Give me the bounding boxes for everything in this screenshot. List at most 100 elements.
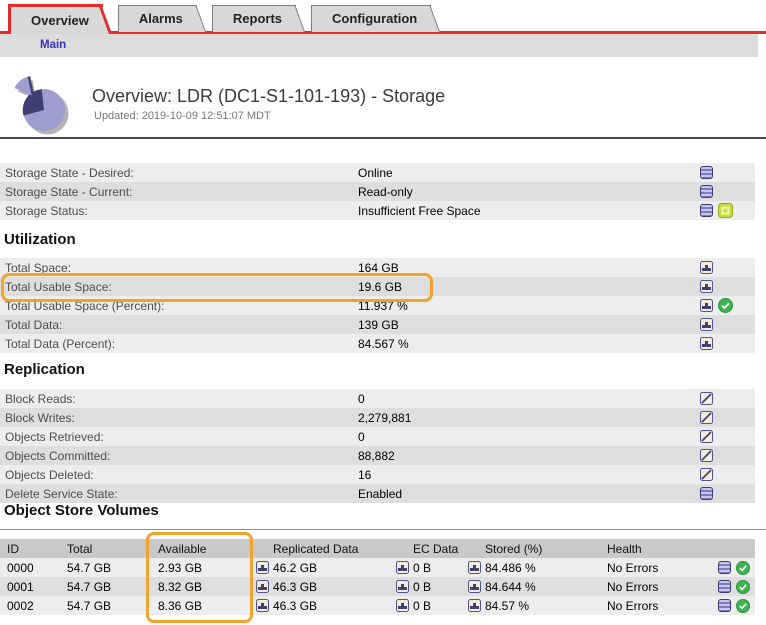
col-header-available: Available xyxy=(158,542,273,556)
report-icon[interactable] xyxy=(700,185,713,198)
attribute-value: Enabled xyxy=(358,487,402,501)
attribute-row: Objects Committed: 88,882 xyxy=(0,446,755,465)
chart-icon[interactable] xyxy=(396,599,409,612)
attribute-label: Total Usable Space (Percent): xyxy=(5,299,358,313)
trend-chart-icon[interactable] xyxy=(700,449,713,462)
attribute-row: Delete Service State: Enabled xyxy=(0,484,755,503)
cell-id: 0000 xyxy=(7,561,67,575)
col-header-id: ID xyxy=(7,542,67,556)
attribute-value: 16 xyxy=(358,468,371,482)
cell-id: 0002 xyxy=(7,599,67,613)
attribute-value: 2,279,881 xyxy=(358,411,411,425)
col-header-health: Health xyxy=(607,542,755,556)
attribute-label: Total Data: xyxy=(5,318,358,332)
attribute-row: Storage State - Current: Read-only xyxy=(0,182,755,201)
tab-reports[interactable]: Reports xyxy=(212,5,296,32)
cell-ec: 0 B xyxy=(413,580,431,594)
report-icon[interactable] xyxy=(718,580,731,593)
chart-icon[interactable] xyxy=(468,580,481,593)
attribute-label: Objects Committed: xyxy=(5,449,358,463)
cell-health: No Errors xyxy=(607,561,658,575)
tab-overview[interactable]: Overview xyxy=(8,4,103,34)
col-header-total: Total xyxy=(67,542,158,556)
tab-overview-label: Overview xyxy=(31,13,89,28)
chart-icon[interactable] xyxy=(700,318,713,331)
cell-total: 54.7 GB xyxy=(67,561,158,575)
storage-state-section: Storage State - Desired: Online Storage … xyxy=(0,163,755,220)
trend-chart-icon[interactable] xyxy=(700,468,713,481)
col-header-ec: EC Data xyxy=(413,542,485,556)
table-header-row: ID Total Available Replicated Data EC Da… xyxy=(0,539,755,558)
cell-health: No Errors xyxy=(607,580,658,594)
report-icon[interactable] xyxy=(718,561,731,574)
cell-replicated: 46.3 GB xyxy=(273,599,317,613)
report-icon[interactable] xyxy=(718,599,731,612)
attribute-label: Block Writes: xyxy=(5,411,358,425)
chart-icon[interactable] xyxy=(700,261,713,274)
utilization-section: Total Space: 164 GB Total Usable Space: … xyxy=(0,258,755,353)
utilization-heading: Utilization xyxy=(4,231,76,248)
col-header-replicated: Replicated Data xyxy=(273,542,413,556)
chart-icon[interactable] xyxy=(468,561,481,574)
trend-chart-icon[interactable] xyxy=(700,392,713,405)
header-divider xyxy=(0,137,766,139)
trend-chart-icon[interactable] xyxy=(700,411,713,424)
pie-chart-icon xyxy=(10,74,74,136)
attribute-label: Block Reads: xyxy=(5,392,358,406)
object-store-volumes-table: ID Total Available Replicated Data EC Da… xyxy=(0,539,755,615)
chart-icon[interactable] xyxy=(396,561,409,574)
cell-available: 8.36 GB xyxy=(158,599,202,613)
attribute-value: Insufficient Free Space xyxy=(358,204,481,218)
green-check-icon xyxy=(736,599,750,613)
green-check-icon xyxy=(736,561,750,575)
cell-health: No Errors xyxy=(607,599,658,613)
attribute-value: 84.567 % xyxy=(358,337,409,351)
report-icon[interactable] xyxy=(700,204,713,217)
attribute-value: 164 GB xyxy=(358,261,399,275)
attribute-label: Total Space: xyxy=(5,261,358,275)
tab-configuration[interactable]: Configuration xyxy=(311,5,431,32)
report-icon[interactable] xyxy=(700,166,713,179)
tab-alarms[interactable]: Alarms xyxy=(118,5,197,32)
chart-icon[interactable] xyxy=(700,280,713,293)
trend-chart-icon[interactable] xyxy=(700,430,713,443)
tab-reports-label: Reports xyxy=(233,11,282,26)
chart-icon[interactable] xyxy=(256,599,269,612)
attribute-value: 88,882 xyxy=(358,449,395,463)
attribute-row: Total Data (Percent): 84.567 % xyxy=(0,334,755,353)
green-check-icon xyxy=(718,298,733,313)
chart-icon[interactable] xyxy=(396,580,409,593)
attribute-value: 0 xyxy=(358,392,365,406)
attribute-row-total-usable-space: Total Usable Space: 19.6 GB xyxy=(0,277,755,296)
cell-stored: 84.57 % xyxy=(485,599,607,613)
green-check-icon xyxy=(736,580,750,594)
tab-configuration-label: Configuration xyxy=(332,11,417,26)
attribute-value: 0 xyxy=(358,430,365,444)
subnav-main-link[interactable]: Main xyxy=(40,34,66,57)
attribute-value: 139 GB xyxy=(358,318,399,332)
chart-icon[interactable] xyxy=(700,337,713,350)
attribute-row: Storage State - Desired: Online xyxy=(0,163,755,182)
attribute-row: Total Space: 164 GB xyxy=(0,258,755,277)
cell-id: 0001 xyxy=(7,580,67,594)
attribute-row: Total Usable Space (Percent): 11.937 % xyxy=(0,296,755,315)
attribute-label: Objects Deleted: xyxy=(5,468,358,482)
attribute-row: Total Data: 139 GB xyxy=(0,315,755,334)
chart-icon[interactable] xyxy=(256,561,269,574)
cell-available: 8.32 GB xyxy=(158,580,202,594)
table-row: 0001 54.7 GB 8.32 GB 46.3 GB 0 B 84.644 … xyxy=(0,577,755,596)
chart-icon[interactable] xyxy=(256,580,269,593)
tab-alarms-label: Alarms xyxy=(139,11,183,26)
attribute-row: Block Writes: 2,279,881 xyxy=(0,408,755,427)
attribute-value: Read-only xyxy=(358,185,413,199)
ldr-storage-overview-page: Overview Alarms Reports Configuration Ma… xyxy=(0,0,766,625)
attribute-row: Block Reads: 0 xyxy=(0,389,755,408)
chart-icon[interactable] xyxy=(700,299,713,312)
attribute-label: Objects Retrieved: xyxy=(5,430,358,444)
chart-icon[interactable] xyxy=(468,599,481,612)
tab-bar: Overview Alarms Reports Configuration xyxy=(0,4,766,34)
cell-ec: 0 B xyxy=(413,599,431,613)
attribute-row: Storage Status: Insufficient Free Space xyxy=(0,201,755,220)
cell-replicated: 46.2 GB xyxy=(273,561,317,575)
report-icon[interactable] xyxy=(700,487,713,500)
